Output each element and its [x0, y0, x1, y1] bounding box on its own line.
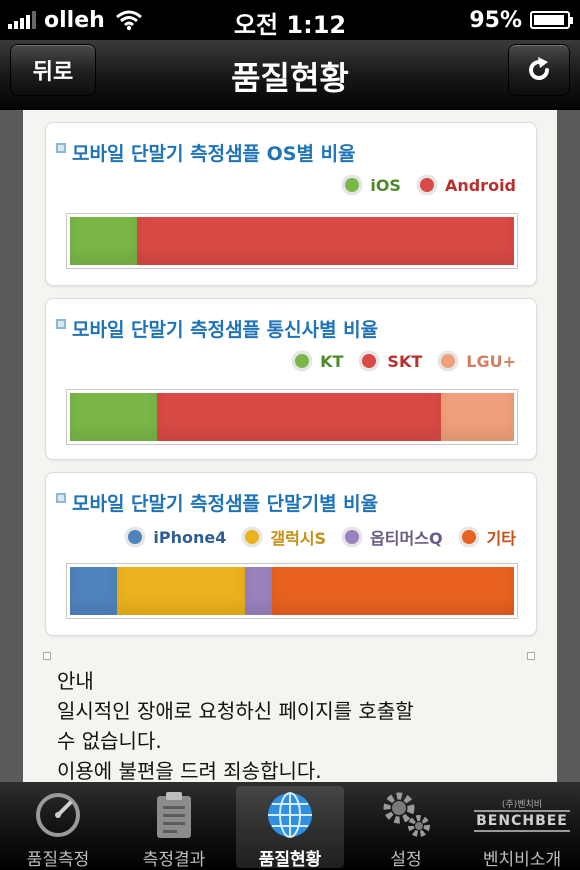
- tab-settings[interactable]: 설정: [348, 782, 464, 870]
- tab-about-benchbee[interactable]: (주)벤치비 BENCHBEE 벤치비소개: [464, 782, 580, 870]
- legend-dot: [438, 351, 459, 371]
- legend-item: KT: [292, 351, 343, 371]
- legend-dot: [342, 527, 363, 547]
- gear-icon: [378, 788, 434, 841]
- back-button[interactable]: 뒤로: [10, 44, 96, 96]
- legend-dot: [242, 527, 263, 547]
- legend-item: 기타: [458, 525, 516, 549]
- chart-title-text: 모바일 단말기 측정샘플 단말기별 비율: [72, 493, 379, 515]
- benchbee-logo-icon: (주)벤치비 BENCHBEE: [474, 788, 570, 841]
- legend-item: iOS: [342, 175, 401, 195]
- speedometer-icon: [30, 788, 86, 841]
- legend-item: 옵티머스Q: [342, 525, 443, 549]
- notice-line: 수 없습니다.: [57, 729, 162, 753]
- chart-legend: KT SKT LGU+: [276, 351, 516, 371]
- legend-label: 옵티머스Q: [370, 529, 443, 548]
- battery-percent: 95%: [469, 7, 522, 33]
- legend-label: Android: [444, 175, 516, 195]
- chart-title: 모바일 단말기 측정샘플 통신사별 비율: [56, 315, 378, 342]
- content-area[interactable]: 모바일 단말기 측정샘플 OS별 비율 iOS Android 모바일 단말기 …: [0, 110, 580, 782]
- navigation-bar: 품질현황 뒤로: [0, 40, 580, 110]
- chart-card-os: 모바일 단말기 측정샘플 OS별 비율 iOS Android: [45, 122, 537, 286]
- tab-label: 벤치비소개: [482, 850, 562, 870]
- logo-subtext: (주)벤치비: [501, 800, 543, 810]
- chart-title: 모바일 단말기 측정샘플 단말기별 비율: [56, 489, 378, 516]
- battery-icon: [530, 11, 573, 29]
- bullet-icon: [56, 142, 66, 153]
- tab-label: 설정: [390, 850, 422, 870]
- bar-segment-옵티머스Q: [245, 567, 272, 615]
- legend-item: Android: [416, 175, 516, 195]
- status-right: 95%: [469, 0, 573, 40]
- legend-item: iPhone4: [125, 527, 226, 547]
- tab-bar: 품질측정 측정결과 품질현황 설정 (주)벤치비 BENCHBEE 벤치비소개: [0, 782, 580, 870]
- legend-item: LGU+: [438, 351, 516, 371]
- clipboard-icon: [146, 788, 202, 841]
- legend-label: KT: [320, 351, 344, 371]
- bar-segment-Android: [136, 217, 514, 265]
- chart-card-device: 모바일 단말기 측정샘플 단말기별 비율 iPhone4 갤럭시S 옵티머스Q: [45, 472, 537, 636]
- tab-results[interactable]: 측정결과: [116, 782, 232, 870]
- bullet-icon: [56, 318, 66, 329]
- chart-title-text: 모바일 단말기 측정샘플 OS별 비율: [72, 143, 356, 165]
- legend-dot: [458, 527, 479, 547]
- refresh-icon: [529, 57, 549, 80]
- bar-segment-SKT: [156, 393, 441, 441]
- corner-dot: [43, 652, 51, 660]
- legend-label: 기타: [486, 529, 516, 548]
- bar-segment-갤럭시S: [116, 567, 246, 615]
- chart-title: 모바일 단말기 측정샘플 OS별 비율: [56, 139, 356, 166]
- legend-label: 갤럭시S: [270, 529, 327, 548]
- chart-legend: iOS Android: [326, 175, 516, 195]
- legend-dot: [416, 175, 437, 195]
- notice-line: 일시적인 장애로 요청하신 페이지를 호출할: [57, 699, 414, 723]
- refresh-button[interactable]: [508, 44, 570, 96]
- tab-quality-status[interactable]: 품질현황: [232, 782, 348, 870]
- bullet-icon: [56, 492, 66, 503]
- legend-label: LGU+: [466, 351, 516, 371]
- bar-segment-KT: [70, 393, 157, 441]
- notice-line: 이용에 불편을 드려 죄송합니다.: [57, 759, 322, 782]
- tab-label: 품질현황: [258, 850, 322, 870]
- legend-item: 갤럭시S: [242, 525, 326, 549]
- legend-item: SKT: [359, 351, 422, 371]
- chart-legend: iPhone4 갤럭시S 옵티머스Q 기타: [109, 525, 516, 549]
- legend-label: iPhone4: [153, 527, 227, 547]
- stacked-bar: [66, 213, 518, 269]
- stacked-bar: [66, 563, 518, 619]
- stacked-bar: [66, 389, 518, 445]
- legend-dot: [359, 351, 380, 371]
- legend-dot: [342, 175, 363, 195]
- tab-label: 측정결과: [142, 850, 206, 870]
- bar-segment-기타: [271, 567, 514, 615]
- tab-measure[interactable]: 품질측정: [0, 782, 116, 870]
- notice-line: 안내: [57, 669, 94, 693]
- chart-card-carrier: 모바일 단말기 측정샘플 통신사별 비율 KT SKT LGU+: [45, 298, 537, 460]
- legend-dot: [292, 351, 313, 371]
- bar-segment-iPhone4: [70, 567, 117, 615]
- legend-dot: [125, 527, 146, 547]
- status-bar: olleh 오전 1:12 95%: [0, 0, 580, 40]
- chart-title-text: 모바일 단말기 측정샘플 통신사별 비율: [72, 319, 379, 341]
- page-body: 모바일 단말기 측정샘플 OS별 비율 iOS Android 모바일 단말기 …: [23, 110, 557, 782]
- bar-segment-LGU+: [440, 393, 514, 441]
- legend-label: SKT: [387, 351, 423, 371]
- globe-icon: [262, 788, 318, 841]
- bar-segment-iOS: [70, 217, 137, 265]
- notice-text: 안내 일시적인 장애로 요청하신 페이지를 호출할 수 없습니다. 이용에 불편…: [57, 666, 527, 782]
- tab-label: 품질측정: [26, 850, 90, 870]
- legend-label: iOS: [370, 175, 401, 195]
- corner-dot: [527, 652, 535, 660]
- logo-text: BENCHBEE: [474, 810, 570, 832]
